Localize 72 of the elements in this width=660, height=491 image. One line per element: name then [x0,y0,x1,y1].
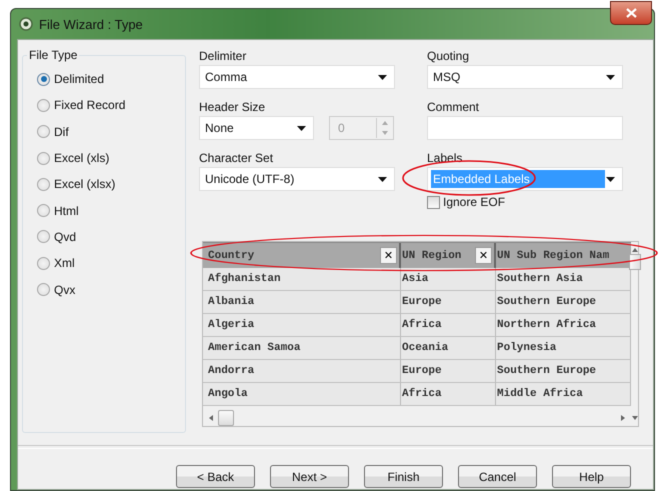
radio-label: Qvd [54,230,76,244]
close-button[interactable] [610,1,652,25]
selected-value: Embedded Labels [431,170,605,188]
radio-button[interactable] [37,204,50,218]
field-label: Delimiter [199,48,248,65]
scroll-down-icon[interactable] [631,414,639,422]
remove-column-button[interactable]: ✕ [475,247,492,264]
wizard-button[interactable]: Finish [364,465,443,488]
radio-button[interactable] [37,152,50,165]
field-label: Character Set [199,150,274,167]
radio-button[interactable] [37,283,50,296]
dropdown-arrow-icon [297,126,306,130]
scrollbar-thumb[interactable] [629,254,641,270]
app-logo-icon [19,17,33,31]
radio-label: Excel (xlsx) [54,177,116,192]
scrollbar-thumb[interactable] [218,410,234,426]
table-cell: Algeria [203,314,401,337]
character-set-dropdown[interactable]: Unicode (UTF-8) [199,167,395,191]
scroll-left-icon[interactable] [207,414,215,422]
table-cell: Europe [401,291,496,314]
radio-label: Delimited [54,72,104,86]
remove-column-button[interactable]: ✕ [380,247,397,264]
table-cell: Southern Europe [496,291,631,314]
radio-label: Dif [54,124,69,139]
table-cell: Europe [401,360,496,383]
wizard-button[interactable]: Help [552,465,631,488]
field-label: Comment [427,99,480,116]
table-cell: Oceania [401,337,496,360]
field-label: Header Size [199,99,266,116]
close-icon [626,8,636,18]
header-size-dropdown[interactable]: None [199,116,314,140]
radio-button[interactable] [37,178,50,191]
checkbox[interactable] [427,196,440,208]
radio-label: Excel (xls) [54,151,110,166]
delimiter-dropdown[interactable]: Comma [199,65,395,89]
radio-label: Xml [54,256,75,270]
table-cell: Africa [401,314,496,337]
dropdown-arrow-icon [378,74,387,80]
group-title: File Type [28,48,78,62]
radio-button[interactable] [37,98,50,112]
wizard-button[interactable]: < Back [176,465,255,488]
radio-label: Html [54,204,79,218]
dropdown-arrow-icon [378,176,387,182]
dropdown-arrow-icon [606,74,615,80]
table-cell: Southern Europe [496,360,631,383]
table-cell: Afghanistan [203,268,401,291]
dropdown-arrow-icon [606,176,615,182]
field-label: Quoting [427,48,470,65]
table-cell: Middle Africa [496,383,631,406]
table-cell: Africa [401,383,496,406]
radio-label: Qvx [54,282,76,297]
radio-button[interactable] [37,230,50,244]
radio-button[interactable] [37,125,50,138]
table-cell: Southern Asia [496,268,631,291]
window-title: File Wizard : Type [39,16,143,32]
table-cell: Andorra [203,360,401,383]
table-cell: Asia [401,268,496,291]
comment-input[interactable] [427,116,623,140]
table-cell: Northern Africa [496,314,631,337]
checkbox-label: Ignore EOF [443,195,506,209]
quoting-dropdown[interactable]: MSQ [427,65,623,89]
scroll-right-icon[interactable] [619,414,627,422]
radio-button[interactable] [37,72,50,86]
column-header[interactable]: UN Sub Region Nam [496,243,631,268]
radio-button[interactable] [37,256,50,270]
table-cell: Polynesia [496,337,631,360]
wizard-button[interactable]: Next > [270,465,349,488]
wizard-button[interactable]: Cancel [458,465,537,488]
table-cell: Angola [203,383,401,406]
table-cell: Albania [203,291,401,314]
table-cell: American Samoa [203,337,401,360]
radio-label: Fixed Record [54,98,126,112]
